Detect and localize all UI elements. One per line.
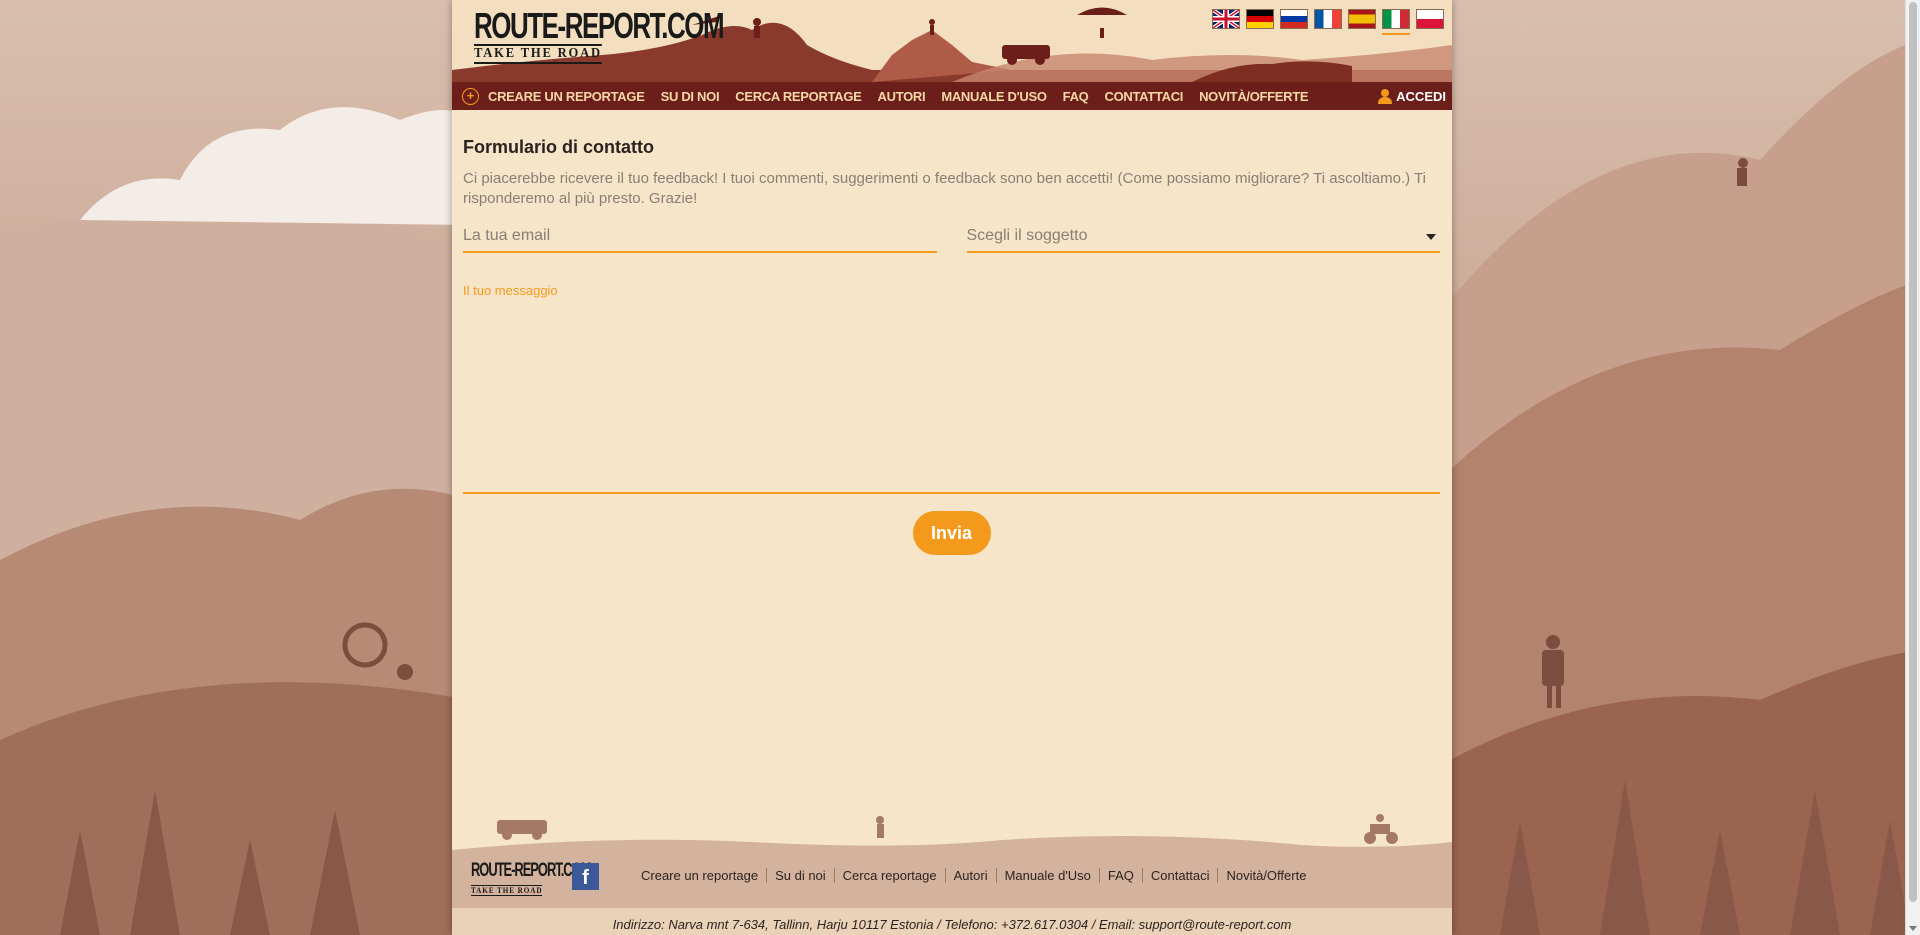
italy-flag-icon (1382, 9, 1410, 29)
facebook-icon[interactable]: f (572, 863, 599, 890)
send-button[interactable]: Invia (912, 511, 991, 555)
scroll-down-arrow-icon[interactable] (1909, 926, 1917, 931)
email-field[interactable]: La tua email (463, 221, 937, 253)
footer-link-search-reportage[interactable]: Cerca reportage (833, 868, 945, 883)
email-placeholder: La tua email (463, 227, 551, 244)
footer-logo[interactable]: ROUTE-REPORT.COM TAKE THE ROAD (471, 861, 591, 898)
scrollbar-thumb[interactable] (1909, 2, 1917, 902)
language-selector (1212, 9, 1444, 35)
login-label: ACCEDI (1396, 88, 1446, 104)
plus-circle-icon[interactable]: + (462, 87, 479, 105)
page-container: ROUTE-REPORT.COM TAKE THE ROAD + CREARE … (452, 0, 1452, 935)
nav-about[interactable]: SU DI NOI (661, 89, 720, 104)
lang-pl[interactable] (1416, 9, 1444, 35)
user-icon (1378, 89, 1393, 104)
footer-link-create-reportage[interactable]: Creare un reportage (641, 868, 766, 883)
form-intro: Ci piacerebbe ricevere il tuo feedback! … (463, 170, 1426, 207)
france-flag-icon (1314, 9, 1342, 29)
header: ROUTE-REPORT.COM TAKE THE ROAD (452, 0, 1452, 82)
login-button[interactable]: ACCEDI (1377, 88, 1446, 104)
footer-link-manual[interactable]: Manuale d'Uso (995, 868, 1099, 883)
page-title: Formulario di contatto (463, 137, 654, 157)
russia-flag-icon (1280, 9, 1308, 29)
message-textarea[interactable] (463, 282, 1440, 494)
lang-en[interactable] (1212, 9, 1240, 35)
lang-fr[interactable] (1314, 9, 1342, 35)
nav-authors[interactable]: AUTORI (878, 89, 926, 104)
nav-news-offers[interactable]: NOVITÀ/OFFERTE (1199, 89, 1309, 104)
nav-contact[interactable]: CONTATTACI (1105, 89, 1184, 104)
footer-address: Indirizzo: Narva mnt 7-634, Tallinn, Har… (612, 917, 1292, 932)
footer-link-authors[interactable]: Autori (944, 868, 996, 883)
nav-manual[interactable]: MANUALE D'USO (941, 89, 1047, 104)
lang-es[interactable] (1348, 9, 1376, 35)
uk-flag-icon (1212, 9, 1240, 29)
scrollbar[interactable] (1905, 0, 1920, 935)
lang-it[interactable] (1382, 9, 1410, 35)
contact-form: Formulario di contatto Ci piacerebbe ric… (463, 110, 1440, 555)
form-row: La tua email Scegli il soggetto (463, 221, 1440, 253)
footer-link-news-offers[interactable]: Novità/Offerte (1217, 868, 1314, 883)
footer-links: Creare un reportage Su di noi Cerca repo… (641, 868, 1314, 883)
germany-flag-icon (1246, 9, 1274, 29)
nav-faq[interactable]: FAQ (1063, 89, 1089, 104)
lang-de[interactable] (1246, 9, 1274, 35)
footer-link-about[interactable]: Su di noi (766, 868, 834, 883)
main-nav: + CREARE UN REPORTAGE SU DI NOI CERCA RE… (452, 82, 1452, 110)
lang-ru[interactable] (1280, 9, 1308, 35)
nav-search-reportage[interactable]: CERCA REPORTAGE (735, 89, 862, 104)
footer-link-faq[interactable]: FAQ (1098, 868, 1142, 883)
chevron-down-icon (1426, 234, 1436, 240)
spain-flag-icon (1348, 9, 1376, 29)
footer: ROUTE-REPORT.COM TAKE THE ROAD f Creare … (452, 800, 1452, 935)
subject-select[interactable]: Scegli il soggetto (966, 221, 1440, 253)
subject-placeholder: Scegli il soggetto (966, 227, 1088, 244)
send-wrap: Invia (463, 511, 1440, 555)
poland-flag-icon (1416, 9, 1444, 29)
footer-link-contact[interactable]: Contattaci (1141, 868, 1218, 883)
nav-create-reportage[interactable]: CREARE UN REPORTAGE (488, 89, 645, 104)
site-logo[interactable]: ROUTE-REPORT.COM TAKE THE ROAD (474, 8, 725, 64)
